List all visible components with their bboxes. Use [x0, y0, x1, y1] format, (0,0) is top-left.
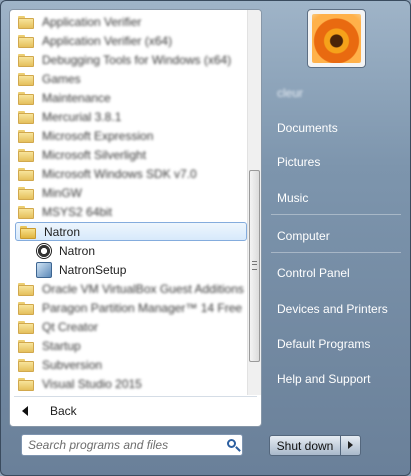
computer-link[interactable]: Computer [269, 224, 407, 248]
folder-icon [18, 53, 34, 67]
search-input[interactable] [22, 435, 230, 455]
program-label: Debugging Tools for Windows (x64) [42, 52, 232, 67]
program-natron[interactable]: Natron [32, 241, 247, 260]
flower-avatar-icon [312, 14, 361, 63]
program-folder-windows-sdk[interactable]: Microsoft Windows SDK v7.0 [14, 164, 247, 183]
program-label: Maintenance [42, 90, 111, 105]
folder-icon [18, 167, 34, 181]
program-label: Application Verifier [42, 14, 142, 29]
music-link[interactable]: Music [269, 186, 407, 210]
setup-app-icon [36, 261, 52, 278]
program-folder-msys2[interactable]: MSYS2 64bit [14, 202, 247, 221]
program-folder-debugging-tools[interactable]: Debugging Tools for Windows (x64) [14, 50, 247, 69]
pictures-link[interactable]: Pictures [269, 150, 407, 174]
folder-icon [18, 358, 34, 372]
program-label: MSYS2 64bit [42, 204, 113, 219]
user-folder-link[interactable]: cleur [269, 81, 407, 105]
link-label: Default Programs [277, 337, 371, 351]
program-folder-natron[interactable]: Natron [15, 222, 247, 241]
program-folder-qt-creator[interactable]: Qt Creator [14, 317, 247, 336]
help-and-support-link[interactable]: Help and Support [269, 367, 407, 391]
right-separator [271, 252, 401, 253]
folder-icon [18, 72, 34, 86]
folder-icon [18, 320, 34, 334]
back-arrow-icon [22, 406, 28, 416]
program-folder-startup[interactable]: Startup [14, 336, 247, 355]
program-label: Startup [42, 338, 81, 353]
folder-icon [20, 225, 36, 239]
program-natronsetup[interactable]: NatronSetup [32, 260, 247, 279]
program-folder-mingw[interactable]: MinGW [14, 183, 247, 202]
link-label: Computer [277, 229, 330, 243]
divider [14, 396, 257, 397]
link-label: Control Panel [277, 266, 350, 280]
program-folder-virtualbox-guest-additions[interactable]: Oracle VM VirtualBox Guest Additions [14, 279, 247, 298]
program-label: NatronSetup [59, 262, 127, 277]
program-label: Mercurial 3.8.1 [42, 109, 122, 124]
program-folder-visual-studio-2015[interactable]: Visual Studio 2015 [14, 374, 247, 393]
folder-icon [18, 15, 34, 29]
devices-and-printers-link[interactable]: Devices and Printers [269, 297, 407, 321]
program-folder-paragon-partition-manager[interactable]: Paragon Partition Manager™ 14 Free [14, 298, 247, 317]
right-separator [271, 214, 401, 215]
user-label: cleur [277, 86, 304, 100]
folder-icon [18, 186, 34, 200]
search-box[interactable] [21, 434, 243, 456]
program-folder-subversion[interactable]: Subversion [14, 355, 247, 374]
program-label: Oracle VM VirtualBox Guest Additions [42, 281, 244, 296]
documents-link[interactable]: Documents [269, 116, 407, 140]
scrollbar-thumb[interactable] [249, 170, 260, 362]
folder-icon [18, 301, 34, 315]
folder-icon [18, 205, 34, 219]
link-label: Devices and Printers [277, 302, 388, 316]
grip-icon [252, 261, 257, 270]
program-label: Microsoft Expression [42, 128, 154, 143]
link-label: Documents [277, 121, 338, 135]
program-label: Application Verifier (x64) [42, 33, 173, 48]
programs-scrollbar[interactable] [247, 10, 261, 395]
folder-icon [18, 91, 34, 105]
program-label: Subversion [42, 357, 103, 372]
folder-icon [18, 377, 34, 391]
folder-icon [18, 34, 34, 48]
folder-icon [18, 339, 34, 353]
program-label: Natron [59, 243, 96, 258]
program-label: Microsoft Silverlight [42, 147, 147, 162]
programs-list: Application Verifier Application Verifie… [10, 10, 247, 395]
program-folder-mercurial[interactable]: Mercurial 3.8.1 [14, 107, 247, 126]
program-label: Games [42, 71, 81, 86]
search-icon[interactable] [227, 439, 236, 448]
back-button[interactable]: Back [14, 399, 244, 423]
program-folder-application-verifier[interactable]: Application Verifier [14, 12, 247, 31]
control-panel-link[interactable]: Control Panel [269, 261, 407, 285]
program-folder-maintenance[interactable]: Maintenance [14, 88, 247, 107]
program-label: Paragon Partition Manager™ 14 Free [42, 300, 243, 315]
program-label: Microsoft Windows SDK v7.0 [42, 166, 197, 181]
folder-icon [18, 129, 34, 143]
program-label: MinGW [42, 185, 82, 200]
program-folder-application-verifier-x64[interactable]: Application Verifier (x64) [14, 31, 247, 50]
program-label: Visual Studio 2015 [42, 376, 142, 391]
folder-icon [18, 110, 34, 124]
back-label: Back [50, 404, 77, 418]
user-picture[interactable] [307, 9, 366, 68]
default-programs-link[interactable]: Default Programs [269, 332, 407, 356]
program-folder-microsoft-silverlight[interactable]: Microsoft Silverlight [14, 145, 247, 164]
programs-pane: Application Verifier Application Verifie… [9, 9, 262, 427]
program-label: Natron [44, 224, 81, 239]
program-folder-microsoft-expression[interactable]: Microsoft Expression [14, 126, 247, 145]
shutdown-options-arrow-icon[interactable] [341, 435, 361, 456]
link-label: Pictures [277, 155, 321, 169]
link-label: Help and Support [277, 372, 371, 386]
link-label: Music [277, 191, 309, 205]
program-folder-games[interactable]: Games [14, 69, 247, 88]
folder-icon [18, 148, 34, 162]
shutdown-button[interactable]: Shut down [269, 435, 341, 456]
natron-app-icon [36, 242, 52, 259]
start-menu: Application Verifier Application Verifie… [0, 0, 411, 476]
program-label: Qt Creator [42, 319, 99, 334]
folder-icon [18, 282, 34, 296]
